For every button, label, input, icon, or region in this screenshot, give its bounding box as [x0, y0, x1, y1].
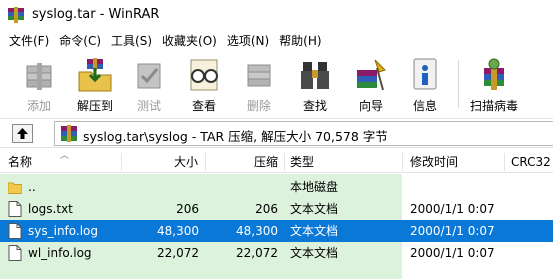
- title-bar: syslog.tar - WinRAR: [0, 0, 553, 30]
- up-folder-button[interactable]: [12, 124, 33, 143]
- file-list-header: ︿ 名称 大小 压缩 类型 修改时间 CRC32: [0, 151, 553, 173]
- address-bar: syslog.tar\syslog - TAR 压缩, 解压大小 70,578 …: [0, 118, 553, 148]
- column-packed[interactable]: 压缩: [206, 151, 278, 173]
- menu-help[interactable]: 帮助(H): [274, 31, 326, 51]
- folder-icon: [8, 182, 22, 194]
- column-name[interactable]: 名称: [8, 151, 32, 173]
- path-text: syslog.tar\syslog - TAR 压缩, 解压大小 70,578 …: [83, 129, 388, 144]
- info-icon: [413, 58, 437, 90]
- binoculars-find-icon: [301, 62, 329, 89]
- extract-folder-icon: [78, 58, 112, 92]
- column-crc32[interactable]: CRC32: [511, 151, 551, 173]
- menu-options[interactable]: 选项(N): [222, 31, 274, 51]
- list-item-wl-info-log[interactable]: wl_info.log 22,072 22,072 文本文档 2000/1/1 …: [0, 242, 553, 264]
- text-file-icon: [8, 201, 22, 217]
- glasses-view-icon: [190, 59, 218, 91]
- text-file-icon: [8, 245, 22, 261]
- toolbar: 添加 解压到 测试 查看 删除 查找 向导 信息 扫描病毒: [0, 52, 553, 116]
- path-field[interactable]: syslog.tar\syslog - TAR 压缩, 解压大小 70,578 …: [54, 121, 553, 146]
- extract-to-button[interactable]: 解压到: [66, 54, 124, 114]
- test-check-icon: [137, 63, 161, 89]
- column-type[interactable]: 类型: [290, 151, 314, 173]
- file-list: .. 本地磁盘 logs.txt 206 206 文本文档 2000/1/1 0…: [0, 174, 553, 279]
- archive-icon: [61, 125, 77, 142]
- menu-file[interactable]: 文件(F): [4, 31, 54, 51]
- add-button[interactable]: 添加: [10, 54, 68, 114]
- text-file-icon: [8, 223, 22, 239]
- virus-scan-button[interactable]: 扫描病毒: [461, 54, 527, 114]
- view-button[interactable]: 查看: [175, 54, 233, 114]
- menu-bar: 文件(F) 命令(C) 工具(S) 收藏夹(O) 选项(N) 帮助(H): [0, 30, 553, 52]
- column-divider: [504, 153, 505, 171]
- menu-tools[interactable]: 工具(S): [106, 31, 157, 51]
- books-add-icon: [26, 63, 52, 90]
- test-button[interactable]: 测试: [120, 54, 178, 114]
- winrar-app-icon: [8, 7, 24, 23]
- column-size[interactable]: 大小: [122, 151, 198, 173]
- delete-books-icon: [247, 64, 271, 87]
- list-item-parent[interactable]: .. 本地磁盘: [0, 176, 553, 198]
- window-title: syslog.tar - WinRAR: [32, 7, 160, 22]
- wizard-icon: [357, 59, 386, 91]
- list-item-logs-txt[interactable]: logs.txt 206 206 文本文档 2000/1/1 0:07: [0, 198, 553, 220]
- virus-scan-icon: [484, 58, 504, 90]
- delete-button[interactable]: 删除: [230, 54, 288, 114]
- toolbar-separator: [458, 60, 459, 108]
- column-divider: [402, 153, 403, 171]
- info-button[interactable]: 信息: [396, 54, 454, 114]
- find-button[interactable]: 查找: [286, 54, 344, 114]
- arrow-up-icon: [17, 128, 28, 139]
- wizard-button[interactable]: 向导: [342, 54, 400, 114]
- column-modified[interactable]: 修改时间: [410, 151, 458, 173]
- sort-asc-icon: ︿: [60, 151, 70, 161]
- menu-commands[interactable]: 命令(C): [54, 31, 106, 51]
- column-divider: [284, 153, 285, 171]
- list-item-sys-info-log[interactable]: sys_info.log 48,300 48,300 文本文档 2000/1/1…: [0, 220, 553, 242]
- menu-favorites[interactable]: 收藏夹(O): [157, 31, 222, 51]
